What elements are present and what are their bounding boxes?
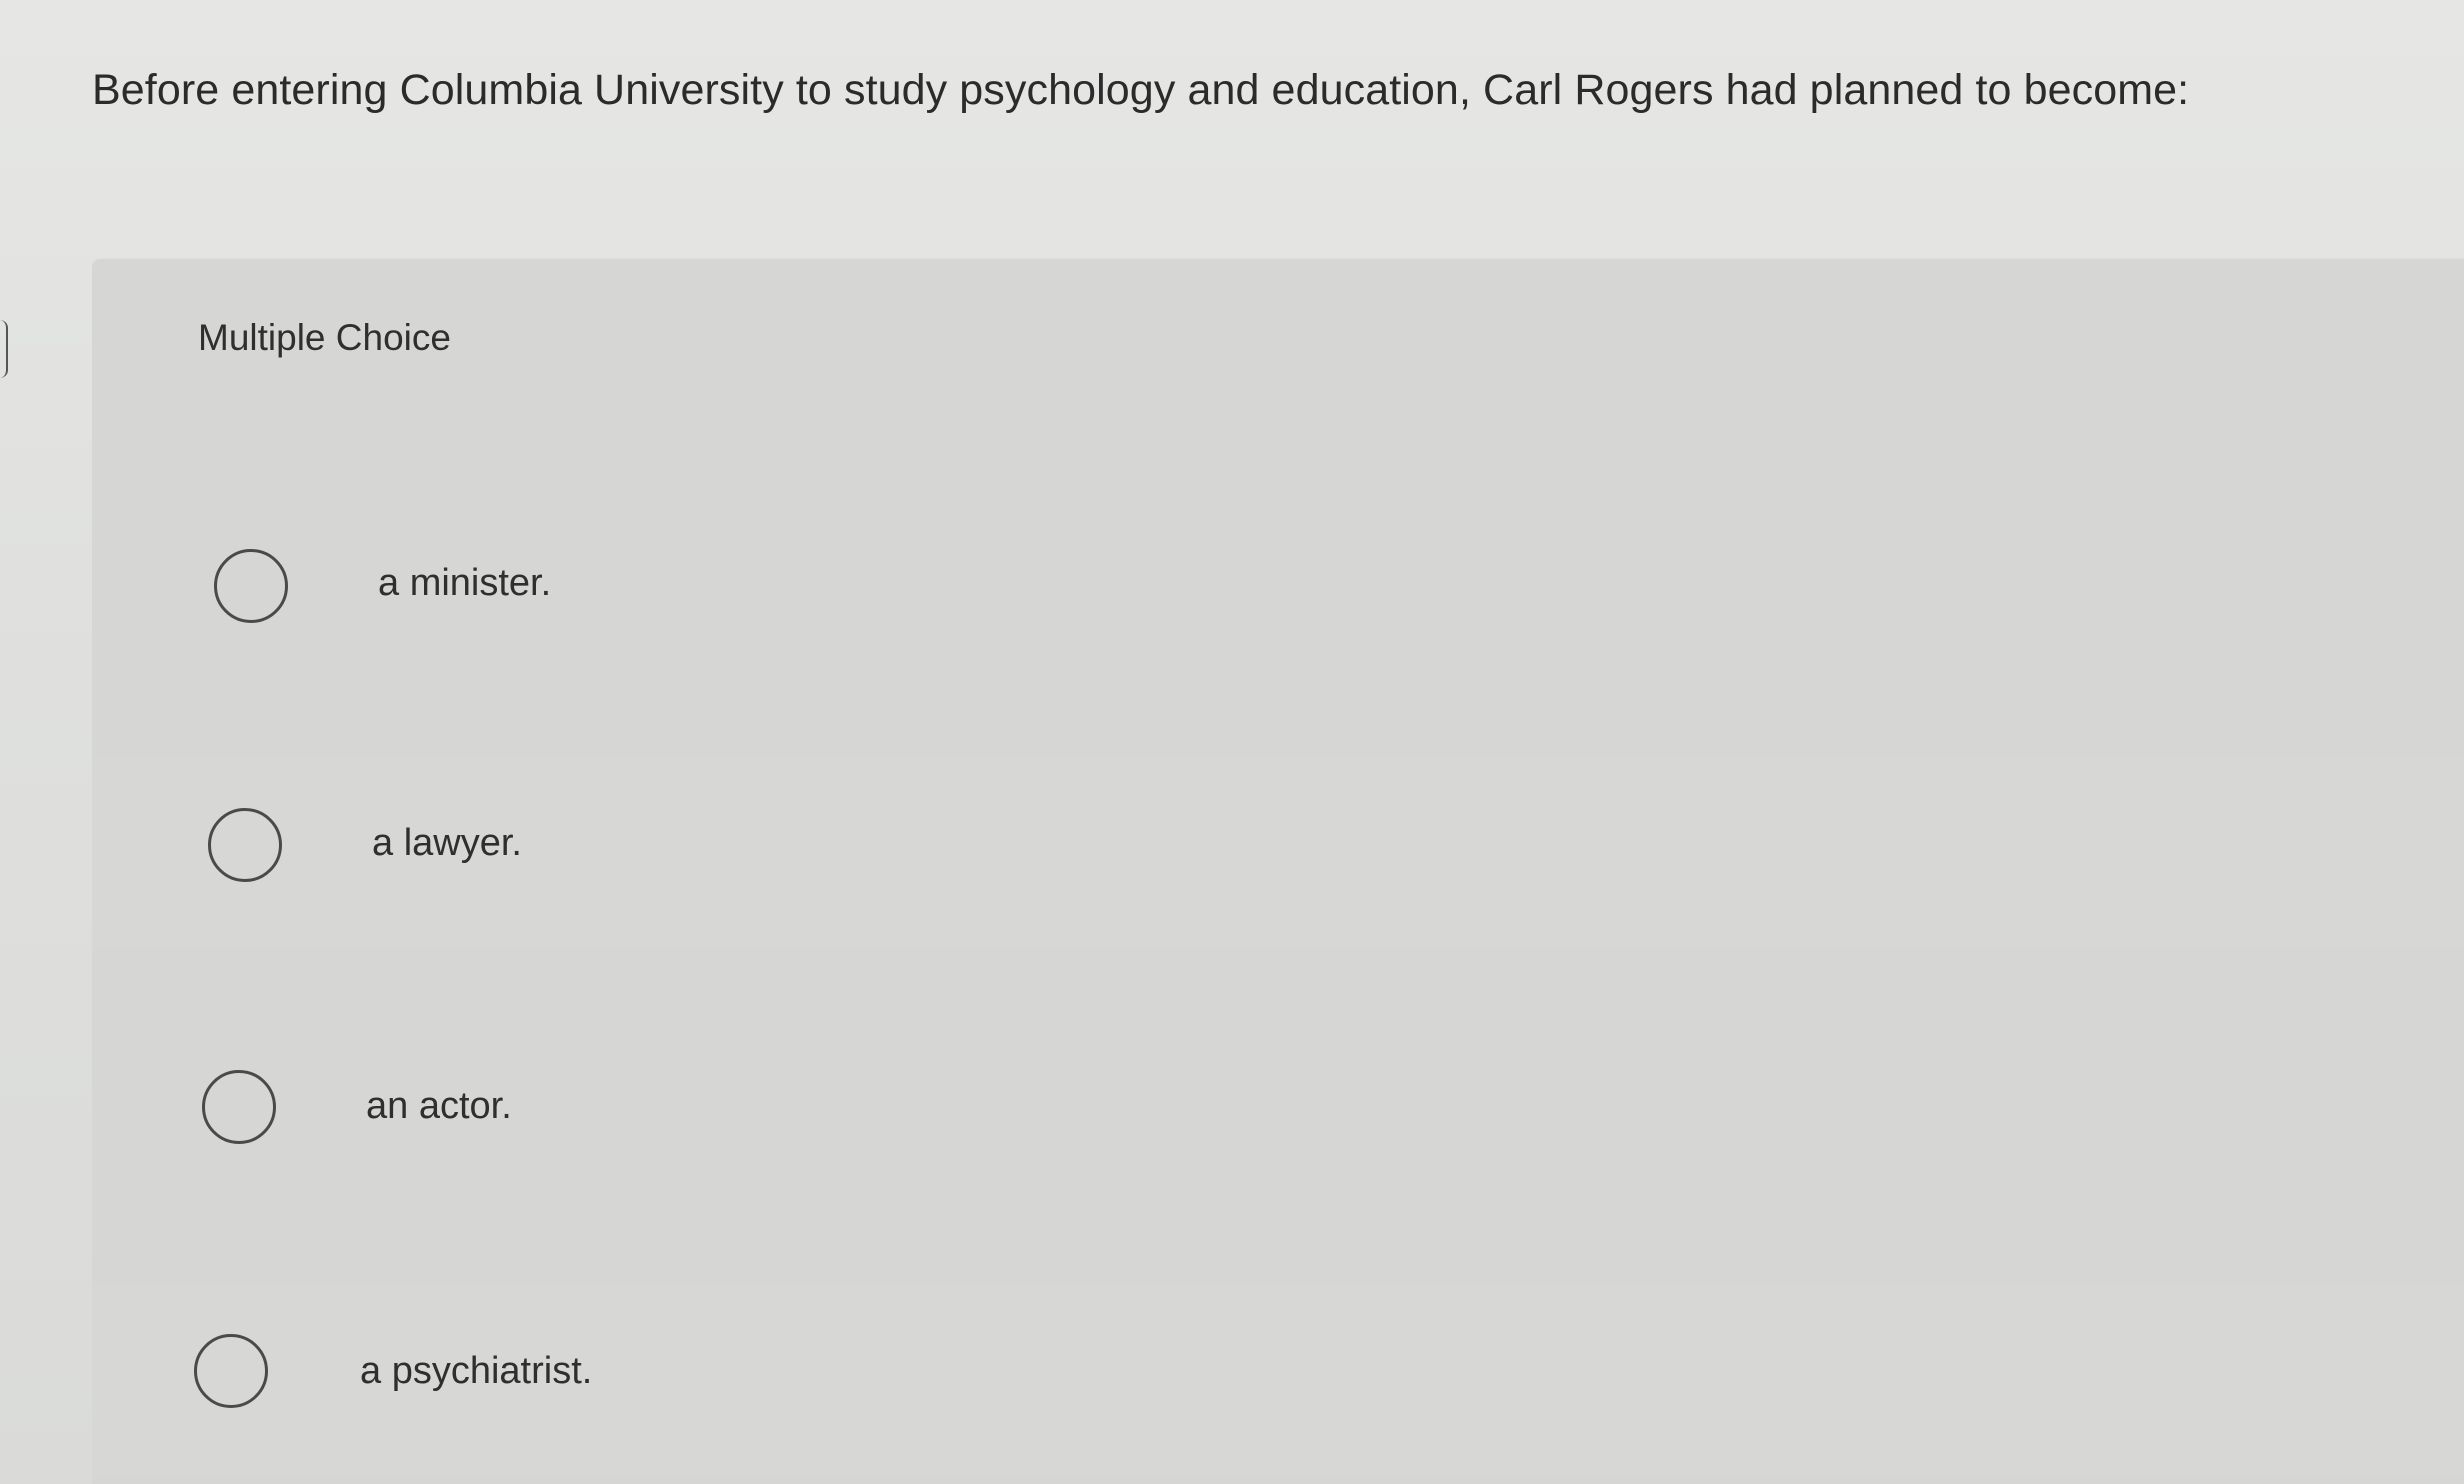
choice-option-2[interactable]: a lawyer. — [92, 758, 2464, 948]
radio-button-icon[interactable] — [214, 549, 288, 623]
left-edge-marker — [0, 320, 8, 378]
radio-button-icon[interactable] — [194, 1334, 268, 1408]
choice-label: a minister. — [378, 562, 552, 604]
question-text: Before entering Columbia University to s… — [92, 66, 2190, 114]
choice-label: an actor. — [366, 1085, 512, 1127]
multiple-choice-panel: Multiple Choice a minister. a lawyer. an… — [92, 258, 2464, 1484]
panel-title: Multiple Choice — [198, 317, 451, 358]
choice-option-4[interactable]: a psychiatrist. — [92, 1284, 2464, 1474]
choice-label: a psychiatrist. — [360, 1350, 593, 1392]
choice-option-3[interactable]: an actor. — [92, 1020, 2464, 1210]
screen: Before entering Columbia University to s… — [0, 0, 2464, 1484]
choice-label: a lawyer. — [372, 822, 522, 864]
radio-button-icon[interactable] — [202, 1070, 276, 1144]
choice-option-1[interactable]: a minister. — [92, 498, 2464, 688]
radio-button-icon[interactable] — [208, 808, 282, 882]
